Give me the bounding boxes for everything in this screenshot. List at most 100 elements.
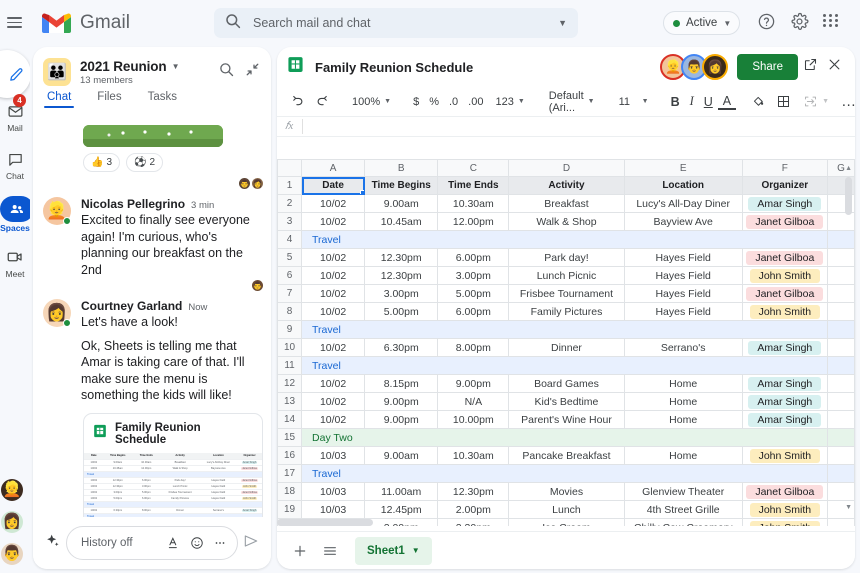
row-header[interactable]: 9 <box>278 321 302 339</box>
grid-cell[interactable]: Janet Gilboa <box>742 213 827 231</box>
chevron-down-icon[interactable]: ▼ <box>412 546 420 555</box>
grid-cell[interactable]: Lunch Picnic <box>509 267 624 285</box>
gmail-logo[interactable]: Gmail <box>42 12 130 34</box>
table-row[interactable]: 1810/0311.00am12.30pmMoviesGlenview Thea… <box>278 483 855 501</box>
table-row[interactable]: 1310/029.00pmN/AKid's BedtimeHomeAmar Si… <box>278 393 855 411</box>
table-row[interactable]: 15Day Two <box>278 429 855 447</box>
grid-cell[interactable]: John Smith <box>742 519 827 527</box>
avatar[interactable]: 👱 <box>1 479 23 501</box>
row-header[interactable]: 5 <box>278 249 302 267</box>
sidebar-item-meet[interactable]: Meet <box>0 246 30 279</box>
row-header[interactable]: 4 <box>278 231 302 249</box>
grid-cell[interactable]: Movies <box>509 483 624 501</box>
table-row[interactable]: 4Travel <box>278 231 855 249</box>
send-button[interactable] <box>238 533 264 554</box>
grid-cell[interactable]: Amar Singh <box>742 339 827 357</box>
sidebar-item-chat[interactable]: Chat <box>0 148 30 181</box>
grid-cell[interactable]: 10/02 <box>302 339 365 357</box>
italic-button[interactable]: I <box>685 91 699 113</box>
grid-cell[interactable]: Park day! <box>509 249 624 267</box>
message-image-attachment[interactable] <box>83 125 223 147</box>
table-row[interactable]: 1010/026.30pm8.00pmDinnerSerrano'sAmar S… <box>278 339 855 357</box>
table-row[interactable]: 310/0210.45am12.00pmWalk & ShopBayview A… <box>278 213 855 231</box>
grid-cell[interactable] <box>827 339 854 357</box>
table-row[interactable]: 810/025.00pm6.00pmFamily PicturesHayes F… <box>278 303 855 321</box>
grid-corner[interactable] <box>278 160 302 177</box>
grid-cell[interactable]: Home <box>624 375 742 393</box>
column-header-f[interactable]: F <box>742 160 827 177</box>
grid-cell[interactable]: Walk & Shop <box>509 213 624 231</box>
grid-cell[interactable]: 10/02 <box>302 267 365 285</box>
grid-cell[interactable] <box>827 249 854 267</box>
grid-cell[interactable]: 10/03 <box>302 483 365 501</box>
grid-cell[interactable]: John Smith <box>742 447 827 465</box>
table-row[interactable]: 1910/0312.45pm2.00pmLunch4th Street Gril… <box>278 501 855 519</box>
underline-button[interactable]: U <box>699 91 718 113</box>
avatar[interactable]: 👩 <box>1 511 23 533</box>
row-header[interactable]: 1 <box>278 177 302 195</box>
grid-cell[interactable]: 10/02 <box>302 303 365 321</box>
row-header[interactable]: 7 <box>278 285 302 303</box>
row-header[interactable]: 14 <box>278 411 302 429</box>
search-input[interactable]: Search mail and chat ▼ <box>214 8 578 38</box>
grid-cell[interactable]: 6.00pm <box>438 303 509 321</box>
hamburger-menu-icon[interactable] <box>2 17 26 28</box>
grid-cell[interactable]: Frisbee Tournament <box>509 285 624 303</box>
increase-decimal-button[interactable]: .00 <box>463 91 488 113</box>
collapse-icon[interactable] <box>241 62 263 82</box>
chat-message-list[interactable]: 👍 3 ⚽ 2 👨 👩 👱 Nicolas Pellegrino 3 min <box>33 125 271 537</box>
grid-cell[interactable]: Lucy's All-Day Diner <box>624 195 742 213</box>
grid-cell[interactable]: 12.30pm <box>438 483 509 501</box>
grid-cell[interactable]: Board Games <box>509 375 624 393</box>
document-title[interactable]: Family Reunion Schedule <box>315 60 665 75</box>
zoom-selector[interactable]: 100% ▼ <box>345 91 398 113</box>
table-row[interactable]: 1210/028.15pm9.00pmBoard GamesHomeAmar S… <box>278 375 855 393</box>
grid-cell[interactable]: Hayes Field <box>624 249 742 267</box>
open-in-new-icon[interactable] <box>798 57 822 77</box>
grid-cell[interactable]: 8.15pm <box>365 375 438 393</box>
grid-cell[interactable]: John Smith <box>742 267 827 285</box>
table-row[interactable]: 610/0212.30pm3.00pmLunch PicnicHayes Fie… <box>278 267 855 285</box>
decrease-decimal-button[interactable]: .0 <box>444 91 463 113</box>
avatar[interactable]: 👩 <box>702 54 728 80</box>
grid-cell[interactable] <box>827 393 854 411</box>
grid-cell[interactable]: 10/02 <box>302 375 365 393</box>
row-header[interactable]: 3 <box>278 213 302 231</box>
grid-cell[interactable]: 10.45am <box>365 213 438 231</box>
tab-files[interactable]: Files <box>97 91 121 108</box>
add-sheet-button[interactable] <box>287 538 313 564</box>
grid-cell[interactable]: 10.30am <box>438 195 509 213</box>
grid-cell[interactable]: Location <box>624 177 742 195</box>
table-row[interactable]: 9Travel <box>278 321 855 339</box>
grid-cell[interactable]: 10/02 <box>302 393 365 411</box>
number-format-selector[interactable]: 123 ▼ <box>488 91 531 113</box>
grid-cell[interactable] <box>827 375 854 393</box>
grid-cell[interactable]: Amar Singh <box>742 393 827 411</box>
table-row[interactable]: 11Travel <box>278 357 855 375</box>
grid-cell[interactable]: 10/03 <box>302 501 365 519</box>
percent-format-button[interactable]: % <box>424 91 444 113</box>
section-label-cell[interactable]: Travel <box>302 231 828 249</box>
grid-cell[interactable] <box>827 465 854 483</box>
row-header[interactable]: 19 <box>278 501 302 519</box>
grid-cell[interactable] <box>827 483 854 501</box>
grid-cell[interactable] <box>827 447 854 465</box>
table-row[interactable]: 1410/029.00pm10.00pmParent's Wine HourHo… <box>278 411 855 429</box>
emoji-icon[interactable] <box>190 536 204 550</box>
gear-icon[interactable] <box>790 12 809 36</box>
scroll-down-arrow-icon[interactable]: ▼ <box>845 504 852 511</box>
table-row[interactable]: 17Travel <box>278 465 855 483</box>
grid-cell[interactable]: 2.30pm <box>438 519 509 527</box>
grid-cell[interactable] <box>827 267 854 285</box>
section-label-cell[interactable]: Travel <box>302 357 828 375</box>
grid-cell[interactable]: Janet Gilboa <box>742 285 827 303</box>
undo-button[interactable] <box>285 91 310 113</box>
grid-cell[interactable]: 9.00pm <box>365 393 438 411</box>
grid-cell[interactable]: Serrano's <box>624 339 742 357</box>
grid-cell[interactable]: Chilly Cow Creamery <box>624 519 742 527</box>
grid-cell[interactable] <box>827 213 854 231</box>
currency-format-button[interactable]: $ <box>408 91 424 113</box>
row-header[interactable]: 15 <box>278 429 302 447</box>
grid-cell[interactable] <box>827 231 854 249</box>
chat-search-icon[interactable] <box>215 62 237 82</box>
